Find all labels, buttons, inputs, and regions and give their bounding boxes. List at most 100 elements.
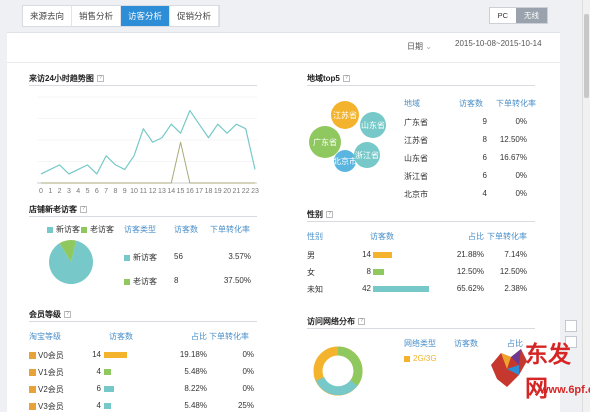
region-name: 北京市 bbox=[404, 190, 428, 199]
x-tick-label: 10 bbox=[130, 188, 138, 195]
help-icon[interactable]: ? bbox=[326, 211, 333, 219]
x-tick-label: 11 bbox=[140, 188, 147, 195]
legend-new: 新访客 bbox=[47, 224, 80, 235]
date-label: 日期 ⌄ bbox=[407, 42, 432, 51]
newold-count: 56 bbox=[174, 252, 183, 261]
wireless-button[interactable]: 无线 bbox=[516, 8, 547, 23]
region-count: 9 bbox=[482, 117, 487, 126]
member-bar bbox=[104, 369, 111, 375]
newold-row-old: 老访客 bbox=[124, 276, 157, 287]
member-bar bbox=[104, 403, 111, 409]
x-tick-label: 3 bbox=[67, 188, 71, 195]
member-bar bbox=[104, 386, 114, 392]
teal-swatch-icon bbox=[124, 254, 130, 261]
x-tick-label: 14 bbox=[167, 188, 175, 195]
region-rate: 0% bbox=[515, 117, 527, 126]
gender-label: 未知 bbox=[307, 285, 323, 294]
date-range[interactable]: 2015-10-08~2015-10-14 bbox=[455, 39, 550, 48]
x-tick-label: 1 bbox=[48, 188, 52, 195]
help-icon[interactable]: ? bbox=[96, 75, 104, 83]
scrollbar-thumb[interactable] bbox=[584, 14, 589, 98]
th-pct: 占比 bbox=[191, 332, 207, 341]
tab-visitors[interactable]: 访客分析 bbox=[121, 6, 171, 26]
newold-row-new: 新访客 bbox=[124, 252, 157, 263]
x-tick-label: 12 bbox=[149, 188, 157, 195]
x-tick-label: 22 bbox=[242, 188, 250, 195]
x-tick-label: 18 bbox=[205, 188, 213, 195]
member-level: V2会员 bbox=[29, 384, 64, 395]
region-name: 山东省 bbox=[404, 154, 428, 163]
gender-title: 性别? bbox=[307, 209, 333, 220]
gender-count: 42 bbox=[362, 284, 371, 293]
x-tick-label: 0 bbox=[39, 188, 43, 195]
x-tick-label: 9 bbox=[123, 188, 127, 195]
watermark-url: www.6pf.cn bbox=[540, 384, 590, 396]
region-title: 地域top5? bbox=[307, 73, 350, 84]
x-tick-label: 17 bbox=[195, 188, 203, 195]
region-count: 6 bbox=[482, 153, 487, 162]
help-icon[interactable]: ? bbox=[358, 318, 365, 326]
member-badge-icon bbox=[29, 352, 36, 360]
member-count: 6 bbox=[96, 384, 101, 393]
th-level: 淘宝等级 bbox=[29, 332, 61, 341]
tab-source[interactable]: 来源去向 bbox=[23, 6, 73, 26]
gender-bar bbox=[373, 286, 429, 292]
member-rate: 25% bbox=[237, 401, 254, 410]
x-tick-label: 6 bbox=[95, 188, 99, 195]
th-rate: 下单转化率 bbox=[496, 99, 536, 108]
trend-title: 来访24小时趋势图? bbox=[29, 73, 104, 84]
newold-pie bbox=[49, 240, 93, 284]
tab-promotion[interactable]: 促销分析 bbox=[170, 6, 220, 26]
member-count: 4 bbox=[96, 367, 101, 376]
member-badge-icon bbox=[29, 403, 36, 411]
gender-pct: 12.50% bbox=[456, 267, 484, 276]
member-badge-icon bbox=[29, 386, 36, 394]
x-tick-label: 15 bbox=[177, 188, 185, 195]
region-count: 6 bbox=[482, 171, 487, 180]
th-count: 访客数 bbox=[454, 339, 478, 348]
x-tick-label: 19 bbox=[214, 188, 222, 195]
member-level-label: V2会员 bbox=[38, 385, 64, 394]
gender-bar bbox=[373, 252, 392, 258]
help-icon[interactable]: ? bbox=[342, 75, 350, 83]
pc-button[interactable]: PC bbox=[490, 8, 516, 23]
gender-count: 14 bbox=[362, 250, 371, 259]
network-row-2g3g: 2G/3G bbox=[404, 354, 437, 363]
member-pct: 19.18% bbox=[179, 350, 207, 359]
region-bubble-label: 浙江省 bbox=[355, 150, 379, 160]
date-bar: 日期 ⌄ 2015-10-08~2015-10-14 bbox=[7, 33, 560, 63]
x-tick-label: 2 bbox=[58, 188, 62, 195]
green-swatch-icon bbox=[124, 278, 130, 285]
region-name: 江苏省 bbox=[404, 136, 428, 145]
qrcode-icon[interactable] bbox=[565, 320, 577, 332]
member-level-label: V1会员 bbox=[38, 368, 64, 377]
th-count: 访客数 bbox=[459, 99, 483, 108]
x-tick-label: 5 bbox=[86, 188, 90, 195]
x-tick-label: 23 bbox=[251, 188, 259, 195]
x-tick-label: 7 bbox=[104, 188, 108, 195]
region-count: 8 bbox=[482, 135, 487, 144]
gender-label: 男 bbox=[307, 251, 315, 260]
member-bar bbox=[104, 352, 128, 358]
newold-rate: 37.50% bbox=[223, 276, 251, 285]
region-bubble-label: 广东省 bbox=[313, 137, 337, 147]
region-bubble-label: 山东省 bbox=[361, 120, 385, 130]
region-bubble-label: 北京市 bbox=[333, 156, 357, 166]
help-icon[interactable]: ? bbox=[64, 311, 71, 319]
th-net-type: 网络类型 bbox=[404, 339, 436, 348]
gender-count: 8 bbox=[366, 267, 371, 276]
member-rate: 0% bbox=[242, 350, 254, 359]
scrollbar[interactable] bbox=[582, 0, 590, 412]
x-tick-label: 16 bbox=[186, 188, 194, 195]
member-pct: 5.48% bbox=[184, 401, 207, 410]
help-icon[interactable]: ? bbox=[80, 206, 87, 214]
member-pct: 8.22% bbox=[184, 384, 207, 393]
member-count: 14 bbox=[92, 350, 101, 359]
yellow-swatch-icon bbox=[404, 355, 410, 362]
member-badge-icon bbox=[29, 369, 36, 377]
tab-sales[interactable]: 销售分析 bbox=[72, 6, 122, 26]
chevron-down-icon[interactable]: ⌄ bbox=[425, 42, 432, 51]
gender-label: 女 bbox=[307, 268, 315, 277]
gender-bar bbox=[373, 269, 384, 275]
x-tick-label: 21 bbox=[232, 188, 240, 195]
